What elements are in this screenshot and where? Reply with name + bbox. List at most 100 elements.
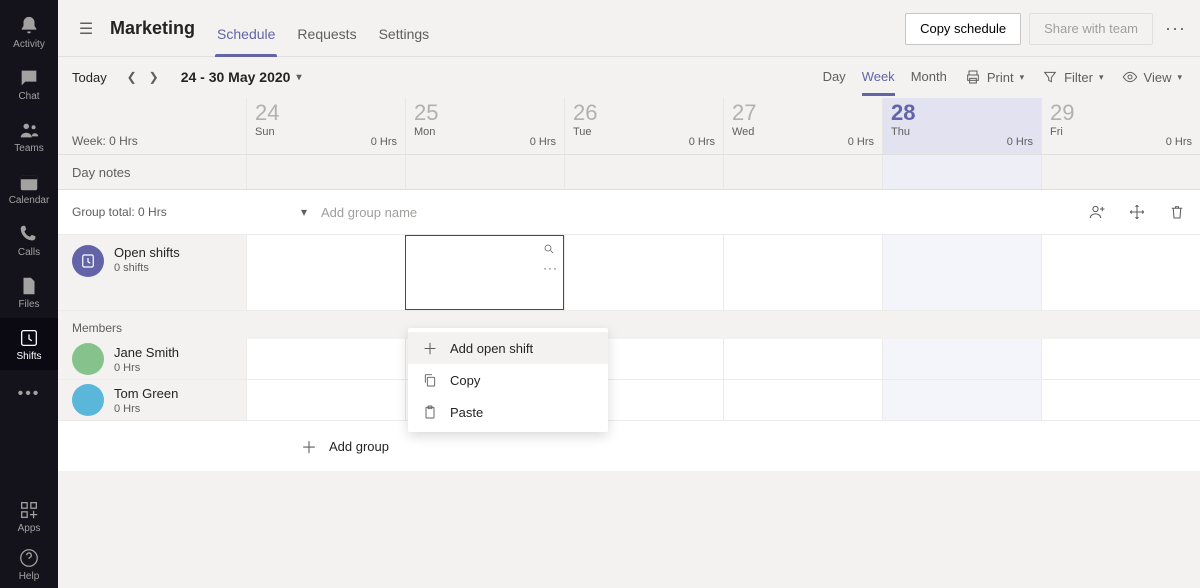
shift-cell[interactable] — [723, 339, 882, 379]
note-cell[interactable] — [1041, 155, 1200, 189]
menu-paste[interactable]: Paste — [408, 396, 608, 428]
filter-icon — [1042, 69, 1058, 85]
add-group-button[interactable]: ＋ Add group — [287, 434, 389, 458]
day-header-mon[interactable]: 25Mon0 Hrs — [405, 98, 564, 154]
view-month[interactable]: Month — [911, 69, 947, 86]
rail-label: Shifts — [16, 351, 41, 362]
rail-chat[interactable]: Chat — [0, 58, 58, 110]
shift-cell[interactable] — [723, 380, 882, 420]
day-notes-label: Day notes — [58, 155, 246, 189]
move-icon[interactable] — [1128, 203, 1146, 221]
member-row: Jane Smith 0 Hrs — [58, 339, 1200, 380]
shift-cell[interactable] — [1041, 380, 1200, 420]
chevron-down-icon: ▾ — [296, 72, 301, 83]
add-group-row: ＋ Add group — [58, 421, 1200, 471]
note-cell[interactable] — [405, 155, 564, 189]
shift-cell[interactable] — [564, 235, 723, 310]
hamburger-icon[interactable]: ☰ — [72, 19, 100, 39]
rail-shifts[interactable]: Shifts — [0, 318, 58, 370]
view-week[interactable]: Week — [862, 69, 895, 86]
shift-cell[interactable] — [882, 235, 1041, 310]
day-header-wed[interactable]: 27Wed0 Hrs — [723, 98, 882, 154]
rail-label: Files — [18, 299, 39, 310]
day-header-thu[interactable]: 28Thu0 Hrs — [882, 98, 1041, 154]
copy-schedule-button[interactable]: Copy schedule — [905, 13, 1021, 45]
group-name-input[interactable]: Add group name — [321, 205, 601, 220]
add-people-icon[interactable] — [1088, 203, 1106, 221]
shift-cell[interactable] — [1041, 235, 1200, 310]
day-header-sun[interactable]: 24Sun0 Hrs — [246, 98, 405, 154]
shift-cell[interactable] — [246, 235, 405, 310]
bell-icon — [18, 15, 40, 37]
group-header-row: Group total: 0 Hrs ▾ Add group name — [58, 190, 1200, 235]
shift-cell-active[interactable]: ··· — [405, 235, 564, 310]
datebar: Today ❮ ❯ 24 - 30 May 2020 ▾ Day Week Mo… — [58, 57, 1200, 97]
tab-requests[interactable]: Requests — [297, 26, 356, 56]
help-icon — [18, 547, 40, 569]
share-with-team-button[interactable]: Share with team — [1029, 13, 1153, 45]
shift-cell[interactable] — [882, 339, 1041, 379]
week-total-cell: Week: 0 Hrs — [58, 98, 246, 155]
today-button[interactable]: Today — [72, 70, 107, 85]
rail-calls[interactable]: Calls — [0, 214, 58, 266]
rail-help[interactable]: Help — [0, 540, 58, 588]
prev-week-button[interactable]: ❮ — [121, 70, 143, 84]
days-header: 24Sun0 Hrs 25Mon0 Hrs 26Tue0 Hrs 27Wed0 … — [246, 98, 1200, 155]
day-header-tue[interactable]: 26Tue0 Hrs — [564, 98, 723, 154]
note-cell[interactable] — [246, 155, 405, 189]
copy-icon — [422, 372, 438, 388]
rail-label: Apps — [18, 523, 41, 534]
tab-settings[interactable]: Settings — [379, 26, 430, 56]
shift-cell[interactable] — [246, 380, 405, 420]
open-shifts-sub: 0 shifts — [114, 262, 180, 274]
topbar: ☰ Marketing Schedule Requests Settings C… — [58, 1, 1200, 57]
avatar — [72, 384, 104, 416]
rail-label: Chat — [18, 91, 39, 102]
view-options-button[interactable]: View ▾ — [1122, 69, 1182, 85]
print-button[interactable]: Print ▾ — [965, 69, 1024, 85]
shift-cell[interactable] — [882, 380, 1041, 420]
note-cell[interactable] — [564, 155, 723, 189]
print-label: Print — [987, 70, 1014, 85]
note-cell[interactable] — [723, 155, 882, 189]
shift-cell[interactable] — [1041, 339, 1200, 379]
delete-icon[interactable] — [1168, 203, 1186, 221]
open-shifts-icon — [72, 245, 104, 277]
member-name: Tom Green — [114, 386, 178, 401]
rail-label: Calendar — [9, 195, 50, 206]
add-group-label: Add group — [329, 439, 389, 454]
chevron-down-icon: ▾ — [1099, 72, 1104, 83]
member-hours: 0 Hrs — [114, 362, 179, 374]
rail-activity[interactable]: Activity — [0, 6, 58, 58]
filter-button[interactable]: Filter ▾ — [1042, 69, 1103, 85]
shift-cell[interactable] — [723, 235, 882, 310]
shift-cell[interactable] — [246, 339, 405, 379]
print-icon — [965, 69, 981, 85]
view-tabs: Day Week Month — [823, 69, 947, 86]
day-notes-row: Day notes — [58, 155, 1200, 190]
next-week-button[interactable]: ❯ — [143, 70, 165, 84]
menu-add-open-shift[interactable]: ＋ Add open shift — [408, 332, 608, 364]
day-header-fri[interactable]: 29Fri0 Hrs — [1041, 98, 1200, 154]
week-total-label: Week: 0 Hrs — [72, 134, 138, 154]
view-day[interactable]: Day — [823, 69, 846, 86]
plus-icon: ＋ — [422, 338, 438, 359]
rail-files[interactable]: Files — [0, 266, 58, 318]
rail-calendar[interactable]: Calendar — [0, 162, 58, 214]
menu-copy[interactable]: Copy — [408, 364, 608, 396]
note-cell[interactable] — [882, 155, 1041, 189]
context-menu: ＋ Add open shift Copy Paste — [408, 328, 608, 432]
date-range-picker[interactable]: 24 - 30 May 2020 ▾ — [181, 69, 302, 85]
tab-schedule[interactable]: Schedule — [217, 26, 275, 56]
chevron-down-icon: ▾ — [1177, 72, 1182, 83]
cell-more-icon[interactable]: ··· — [543, 261, 558, 275]
open-shifts-title: Open shifts — [114, 245, 180, 260]
rail-teams[interactable]: Teams — [0, 110, 58, 162]
rail-apps[interactable]: Apps — [0, 492, 58, 540]
date-range-label: 24 - 30 May 2020 — [181, 69, 291, 85]
search-icon[interactable] — [543, 243, 555, 255]
toolbar-more-icon[interactable]: ··· — [1165, 18, 1186, 39]
rail-label: Activity — [13, 39, 45, 50]
collapse-group-button[interactable]: ▾ — [287, 205, 321, 219]
rail-more[interactable]: ••• — [0, 370, 58, 418]
